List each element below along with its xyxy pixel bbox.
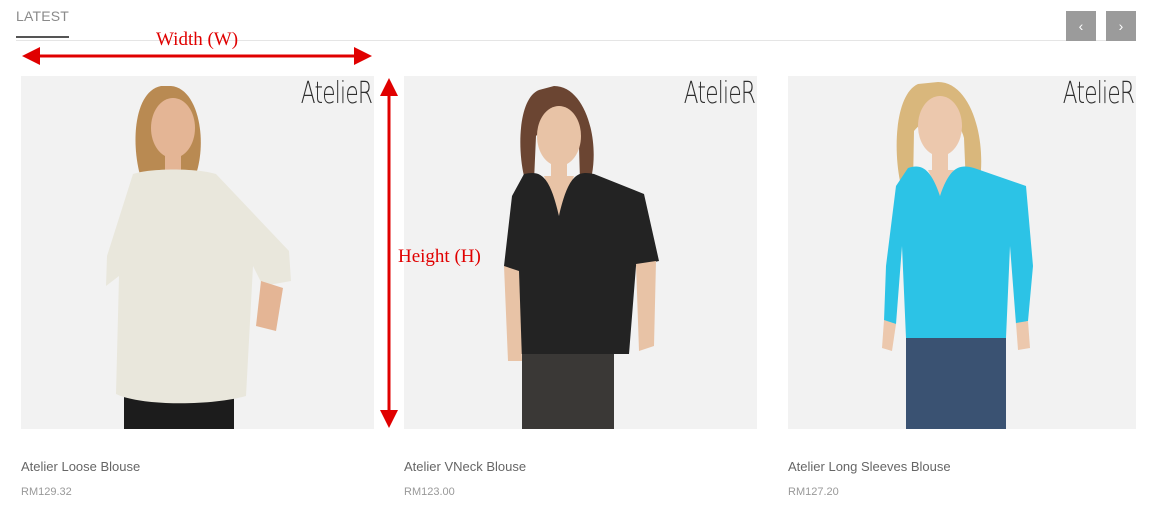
product-image[interactable]: AtelieR: [788, 76, 1136, 429]
product-card[interactable]: AtelieR Atelier Loose Blouse RM129.32: [21, 76, 374, 498]
brand-logo: AtelieR: [683, 76, 756, 111]
width-label: Width (W): [156, 29, 239, 50]
chevron-right-icon: ›: [1118, 18, 1124, 34]
brand-logo: AtelieR: [1062, 76, 1135, 111]
height-arrow: [380, 78, 398, 428]
carousel-next-button[interactable]: ›: [1106, 11, 1136, 41]
product-price: RM129.32: [21, 486, 72, 498]
height-label: Height (H): [398, 246, 481, 267]
product-image[interactable]: AtelieR: [21, 76, 374, 429]
product-price: RM123.00: [404, 486, 455, 498]
tab-latest[interactable]: LATEST: [16, 8, 70, 38]
brand-logo: AtelieR: [300, 76, 373, 111]
carousel-prev-button[interactable]: ‹: [1066, 11, 1096, 41]
product-card[interactable]: AtelieR Atelier Long Sleeves Blouse RM12…: [788, 76, 1136, 498]
model-photo: [21, 76, 374, 429]
jeans: [906, 331, 1006, 429]
model-photo: [788, 76, 1136, 429]
product-name[interactable]: Atelier VNeck Blouse: [404, 459, 526, 474]
product-name[interactable]: Atelier Loose Blouse: [21, 459, 140, 474]
chevron-left-icon: ‹: [1078, 18, 1084, 34]
product-price: RM127.20: [788, 486, 839, 498]
pants: [522, 348, 614, 429]
product-name[interactable]: Atelier Long Sleeves Blouse: [788, 459, 951, 474]
